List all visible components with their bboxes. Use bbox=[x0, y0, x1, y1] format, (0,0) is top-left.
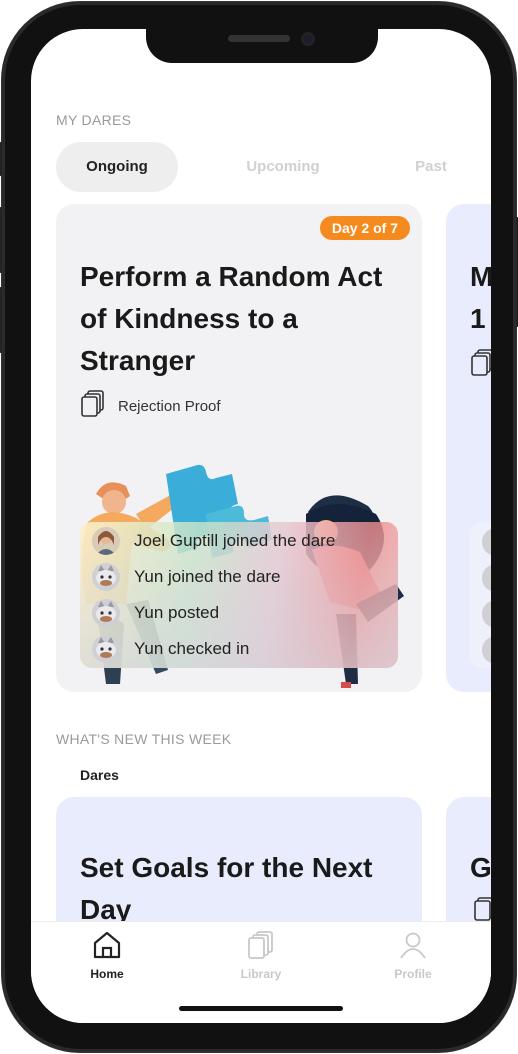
mute-switch bbox=[0, 142, 2, 176]
my-dares-heading: MY DARES bbox=[56, 112, 132, 128]
avatar bbox=[482, 564, 491, 592]
cat-avatar bbox=[92, 563, 120, 591]
home-indicator[interactable] bbox=[179, 1006, 343, 1011]
nav-home[interactable]: Home bbox=[57, 930, 157, 981]
activity-text: Yun checked in bbox=[134, 639, 250, 658]
app-screen: MY DARES Ongoing Upcoming Past Day 2 of … bbox=[31, 29, 491, 1023]
notch bbox=[146, 29, 378, 63]
camera-icon bbox=[301, 32, 315, 46]
dare-title: Perform a Random Act of Kindness to a St… bbox=[80, 261, 383, 376]
avatar bbox=[482, 600, 491, 628]
category-label: Rejection Proof bbox=[118, 397, 221, 415]
activity-text: Yun posted bbox=[134, 603, 220, 622]
next-new-dare-title: G bbox=[470, 852, 491, 883]
copy-icon bbox=[80, 389, 106, 423]
tab-ongoing[interactable]: Ongoing bbox=[56, 142, 178, 192]
activity-text: Joel Guptill joined the dare bbox=[134, 531, 336, 550]
next-activity-feed bbox=[470, 522, 491, 668]
volume-up-button bbox=[0, 207, 2, 273]
cat-avatar bbox=[92, 635, 120, 663]
library-icon bbox=[246, 931, 276, 964]
next-dare-title: M 1 bbox=[470, 256, 491, 340]
dares-subheading: Dares bbox=[80, 767, 119, 783]
activity-feed[interactable]: Joel Guptill joined the dare Yun joined … bbox=[80, 522, 398, 668]
speaker-grille bbox=[228, 35, 290, 42]
avatar bbox=[482, 636, 491, 664]
volume-down-button bbox=[0, 287, 2, 353]
copy-icon bbox=[470, 349, 491, 382]
ongoing-dare-card[interactable]: Day 2 of 7 Perform a Random Act of Kindn… bbox=[56, 204, 422, 692]
next-dare-card[interactable]: M 1 bbox=[446, 204, 491, 692]
nav-profile-label: Profile bbox=[394, 967, 432, 981]
next-dare-title-line: 1 bbox=[470, 303, 486, 334]
next-dare-title-line: M bbox=[470, 261, 491, 292]
cat-avatar bbox=[92, 599, 120, 627]
person-avatar bbox=[92, 527, 120, 555]
profile-icon bbox=[398, 932, 428, 964]
whats-new-heading: WHAT'S NEW THIS WEEK bbox=[56, 731, 232, 747]
activity-item: Yun posted bbox=[92, 596, 219, 630]
day-progress-badge: Day 2 of 7 bbox=[319, 216, 410, 240]
nav-home-label: Home bbox=[90, 967, 124, 981]
avatar bbox=[482, 528, 491, 556]
activity-item: Yun checked in bbox=[92, 632, 249, 666]
home-icon bbox=[92, 931, 122, 964]
nav-profile[interactable]: Profile bbox=[363, 930, 463, 981]
tab-past[interactable]: Past bbox=[386, 142, 476, 192]
new-dare-title: Set Goals for the Next Day bbox=[80, 852, 373, 925]
activity-text: Yun joined the dare bbox=[134, 567, 281, 586]
nav-library-label: Library bbox=[240, 967, 282, 981]
phone-frame: MY DARES Ongoing Upcoming Past Day 2 of … bbox=[0, 2, 518, 1052]
activity-item: Yun joined the dare bbox=[92, 560, 281, 594]
tab-upcoming[interactable]: Upcoming bbox=[208, 142, 358, 192]
activity-item: Joel Guptill joined the dare bbox=[92, 524, 335, 558]
dare-tabs: Ongoing Upcoming Past bbox=[56, 142, 476, 192]
nav-library[interactable]: Library bbox=[211, 930, 311, 981]
dare-category: Rejection Proof bbox=[80, 389, 221, 423]
